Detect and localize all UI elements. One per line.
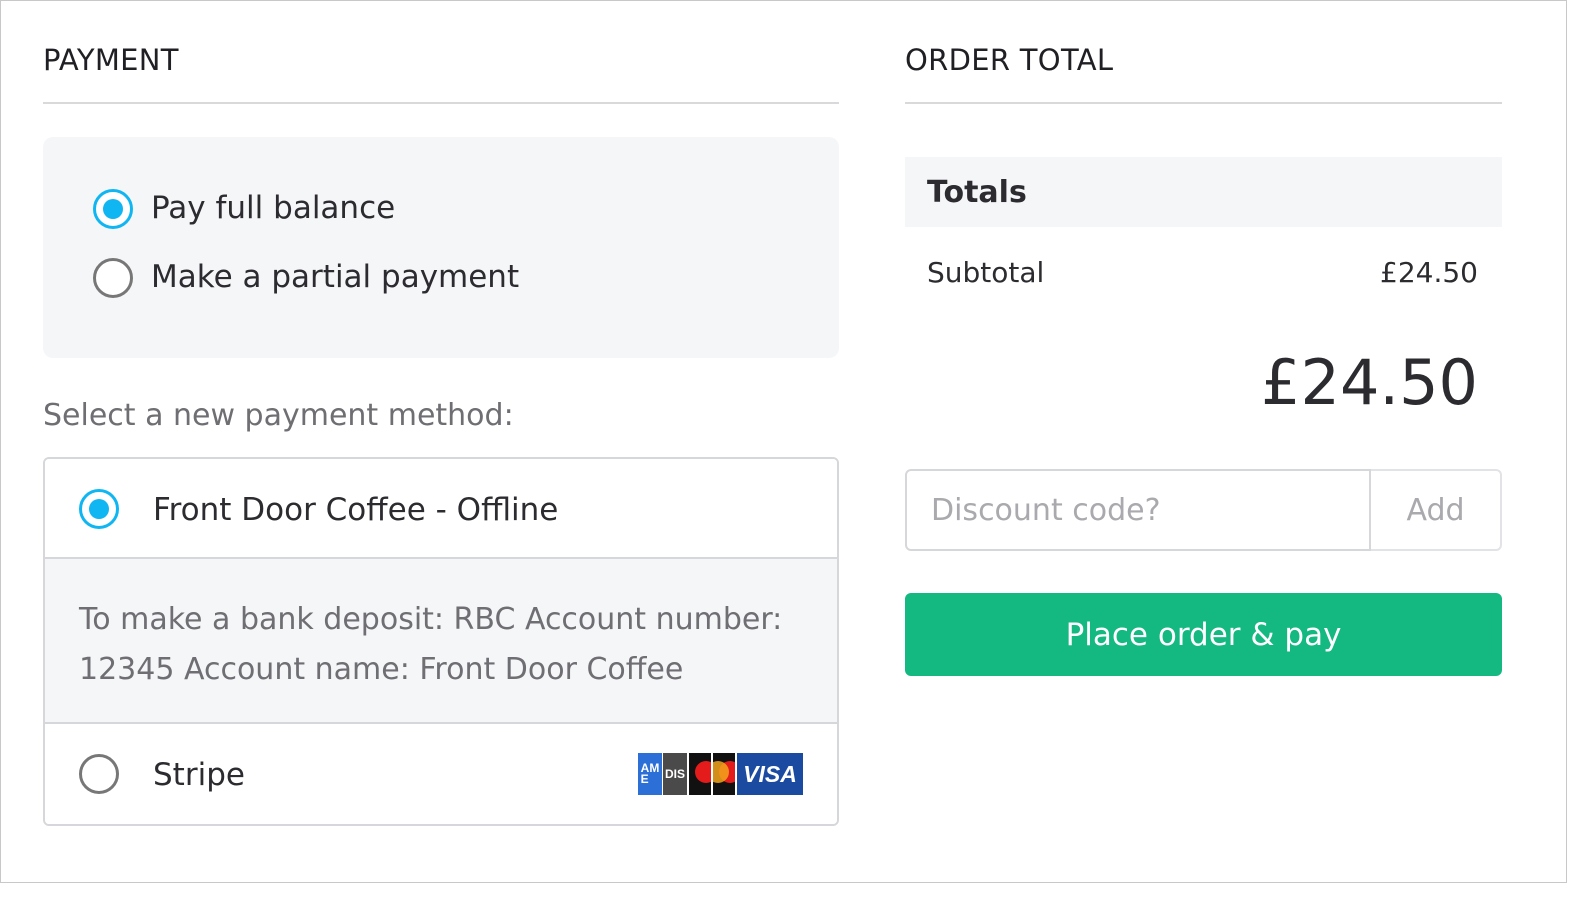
payment-heading: PAYMENT xyxy=(43,43,179,77)
payment-divider xyxy=(43,102,839,104)
method-stripe-label[interactable]: Stripe xyxy=(153,757,245,793)
maestro-logo-icon xyxy=(713,753,735,795)
subtotal-label: Subtotal xyxy=(927,256,1045,289)
order-total-heading: ORDER TOTAL xyxy=(905,43,1114,77)
amex-logo-icon: AM E xyxy=(638,753,662,795)
payment-methods-list: Front Door Coffee - Offline To make a ba… xyxy=(43,457,839,826)
checkout-panel: PAYMENT Pay full balance Make a partial … xyxy=(0,0,1567,883)
method-offline-details: To make a bank deposit: RBC Account numb… xyxy=(45,557,837,724)
select-payment-method-label: Select a new payment method: xyxy=(43,398,514,433)
method-stripe-radio[interactable] xyxy=(79,754,119,794)
add-discount-button[interactable]: Add xyxy=(1371,469,1502,551)
pay-full-balance-label[interactable]: Pay full balance xyxy=(151,190,395,226)
method-offline-label[interactable]: Front Door Coffee - Offline xyxy=(153,492,558,528)
place-order-button[interactable]: Place order & pay xyxy=(905,593,1502,676)
discount-code-input[interactable] xyxy=(905,469,1371,551)
visa-logo-icon: VISA xyxy=(737,753,803,795)
partial-payment-radio[interactable] xyxy=(93,258,133,298)
method-offline-row[interactable]: Front Door Coffee - Offline xyxy=(45,459,837,557)
discount-group: Add xyxy=(905,469,1502,551)
order-total-divider xyxy=(905,102,1502,104)
partial-payment-label[interactable]: Make a partial payment xyxy=(151,259,519,295)
totals-header: Totals xyxy=(905,157,1502,227)
card-logos: AM E DIS VISA xyxy=(638,753,803,795)
grand-total: £24.50 xyxy=(1261,346,1478,419)
discover-logo-icon: DIS xyxy=(663,753,687,795)
subtotal-value: £24.50 xyxy=(1380,256,1478,289)
mastercard-logo-icon xyxy=(689,753,711,795)
balance-options-box: Pay full balance Make a partial payment xyxy=(43,137,839,358)
method-offline-radio[interactable] xyxy=(79,489,119,529)
pay-full-balance-radio[interactable] xyxy=(93,189,133,229)
totals-label: Totals xyxy=(927,175,1027,210)
bank-deposit-instructions: To make a bank deposit: RBC Account numb… xyxy=(79,602,783,687)
